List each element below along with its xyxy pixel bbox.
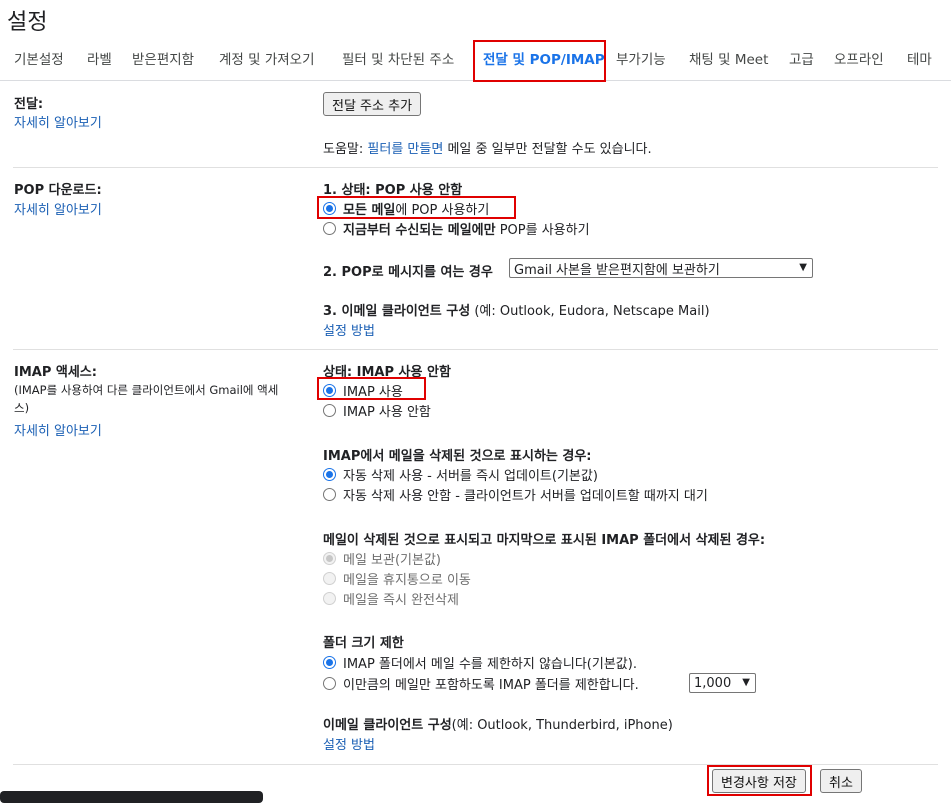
pop-client-config: 3. 이메일 클라이언트 구성 (예: Outlook, Eudora, Net… [323, 300, 710, 319]
imap-expunge-trash-radio [323, 572, 336, 585]
forwarding-tip-prefix: 도움말: [323, 142, 364, 157]
forwarding-label: 전달: [14, 97, 44, 112]
imap-enable-radio[interactable] [323, 384, 336, 397]
pop-when-heading: 2. POP로 메시지를 여는 경우 [323, 265, 493, 280]
imap-folder-size-heading: 폴더 크기 제한 [323, 636, 404, 651]
imap-folder-limit-value: 1,000 [694, 675, 732, 691]
forwarding-learn-more-link[interactable]: 자세히 알아보기 [14, 112, 102, 131]
pop-enable-all-rest: 에 POP 사용하기 [395, 203, 490, 218]
pop-enable-new-label[interactable]: 지금부터 수신되는 메일에만 POP를 사용하기 [343, 219, 590, 238]
save-changes-button[interactable]: 변경사항 저장 [712, 769, 806, 793]
imap-auto-expunge-on-label[interactable]: 자동 삭제 사용 - 서버를 즉시 업데이트(기본값) [343, 465, 598, 484]
pop-status-heading: 1. 상태: POP 사용 안함 [323, 183, 463, 198]
forwarding-tip-suffix: 메일 중 일부만 전달할 수도 있습니다. [447, 142, 652, 157]
tab-inbox[interactable]: 받은편지함 [132, 46, 194, 80]
imap-status-heading: 상태: IMAP 사용 안함 [323, 365, 451, 380]
pop-enable-new-bold: 지금부터 수신되는 메일에만 [343, 223, 496, 238]
imap-expunge-delete-label: 메일을 즉시 완전삭제 [343, 593, 459, 608]
pop-client-heading: 3. 이메일 클라이언트 구성 [323, 304, 471, 319]
section-divider [13, 167, 938, 168]
tab-labels[interactable]: 라벨 [87, 46, 112, 80]
settings-tabs: 기본설정 라벨 받은편지함 계정 및 가져오기 필터 및 차단된 주소 전달 및… [0, 46, 951, 81]
section-divider [13, 349, 938, 350]
imap-expunge-trash-label: 메일을 휴지통으로 이동 [343, 573, 471, 588]
pop-setup-link[interactable]: 설정 방법 [323, 320, 375, 339]
pop-enable-all-radio[interactable] [323, 202, 336, 215]
imap-learn-more-link[interactable]: 자세히 알아보기 [14, 420, 102, 439]
imap-folder-limit-label[interactable]: 이만큼의 메일만 포함하도록 IMAP 폴더를 제한합니다. [343, 674, 639, 693]
tab-forwarding-pop-imap[interactable]: 전달 및 POP/IMAP [483, 46, 605, 80]
tab-addons[interactable]: 부가기능 [616, 46, 666, 80]
tab-themes[interactable]: 테마 [907, 46, 932, 80]
add-forwarding-address-button[interactable]: 전달 주소 추가 [323, 92, 422, 116]
pop-download-label: POP 다운로드: [14, 183, 102, 198]
imap-folder-unlimited-label[interactable]: IMAP 폴더에서 메일 수를 제한하지 않습니다(기본값). [343, 653, 637, 672]
imap-access-label: IMAP 액세스: [14, 365, 97, 380]
cancel-button[interactable]: 취소 [820, 769, 862, 793]
imap-enable-label[interactable]: IMAP 사용 [343, 381, 403, 400]
imap-client-config: 이메일 클라이언트 구성(예: Outlook, Thunderbird, iP… [323, 714, 673, 733]
tab-general[interactable]: 기본설정 [14, 46, 64, 80]
bottom-bar [0, 791, 263, 803]
tab-accounts-import[interactable]: 계정 및 가져오기 [219, 46, 315, 80]
pop-learn-more-link[interactable]: 자세히 알아보기 [14, 199, 102, 218]
imap-auto-expunge-on-radio[interactable] [323, 468, 336, 481]
tab-offline[interactable]: 오프라인 [834, 46, 884, 80]
imap-expunge-delete-radio [323, 592, 336, 605]
create-filter-link[interactable]: 필터를 만들면 [367, 142, 443, 157]
imap-expunge-archive-radio [323, 552, 336, 565]
pop-enable-all-label[interactable]: 모든 메일에 POP 사용하기 [343, 199, 489, 218]
imap-folder-limit-radio[interactable] [323, 677, 336, 690]
imap-auto-expunge-off-label[interactable]: 자동 삭제 사용 안함 - 클라이언트가 서버를 업데이트할 때까지 대기 [343, 485, 708, 504]
imap-folder-limit-select[interactable]: 1,000 ▼ [689, 673, 756, 693]
pop-when-select-value: Gmail 사본을 받은편지함에 보관하기 [514, 262, 720, 278]
pop-enable-all-bold: 모든 메일 [343, 203, 396, 218]
chevron-down-icon: ▼ [742, 677, 750, 688]
imap-description-line2: 스) [14, 401, 30, 415]
imap-setup-link[interactable]: 설정 방법 [323, 734, 375, 753]
pop-enable-new-radio[interactable] [323, 222, 336, 235]
imap-client-heading: 이메일 클라이언트 구성 [323, 718, 452, 733]
tab-chat-meet[interactable]: 채팅 및 Meet [689, 46, 768, 80]
imap-auto-expunge-off-radio[interactable] [323, 488, 336, 501]
pop-enable-new-rest: POP를 사용하기 [499, 223, 590, 238]
chevron-down-icon: ▼ [799, 262, 807, 273]
imap-description-line1: (IMAP를 사용하여 다른 클라이언트에서 Gmail에 액세 [14, 383, 279, 397]
tab-advanced[interactable]: 고급 [789, 46, 814, 80]
pop-when-select[interactable]: Gmail 사본을 받은편지함에 보관하기 ▼ [509, 258, 813, 278]
imap-disable-radio[interactable] [323, 404, 336, 417]
forwarding-tip: 도움말: 필터를 만들면 메일 중 일부만 전달할 수도 있습니다. [323, 138, 652, 157]
section-divider [13, 764, 938, 765]
imap-expunge-heading: 메일이 삭제된 것으로 표시되고 마지막으로 표시된 IMAP 폴더에서 삭제된… [323, 533, 766, 548]
imap-folder-unlimited-radio[interactable] [323, 656, 336, 669]
imap-delete-heading: IMAP에서 메일을 삭제된 것으로 표시하는 경우: [323, 449, 592, 464]
page-title: 설정 [7, 10, 48, 35]
pop-client-hint: (예: Outlook, Eudora, Netscape Mail) [474, 304, 710, 319]
imap-expunge-archive-label: 메일 보관(기본값) [343, 553, 441, 568]
tab-filters-blocked[interactable]: 필터 및 차단된 주소 [342, 46, 454, 80]
imap-disable-label[interactable]: IMAP 사용 안함 [343, 401, 431, 420]
imap-client-hint: (예: Outlook, Thunderbird, iPhone) [451, 718, 673, 733]
